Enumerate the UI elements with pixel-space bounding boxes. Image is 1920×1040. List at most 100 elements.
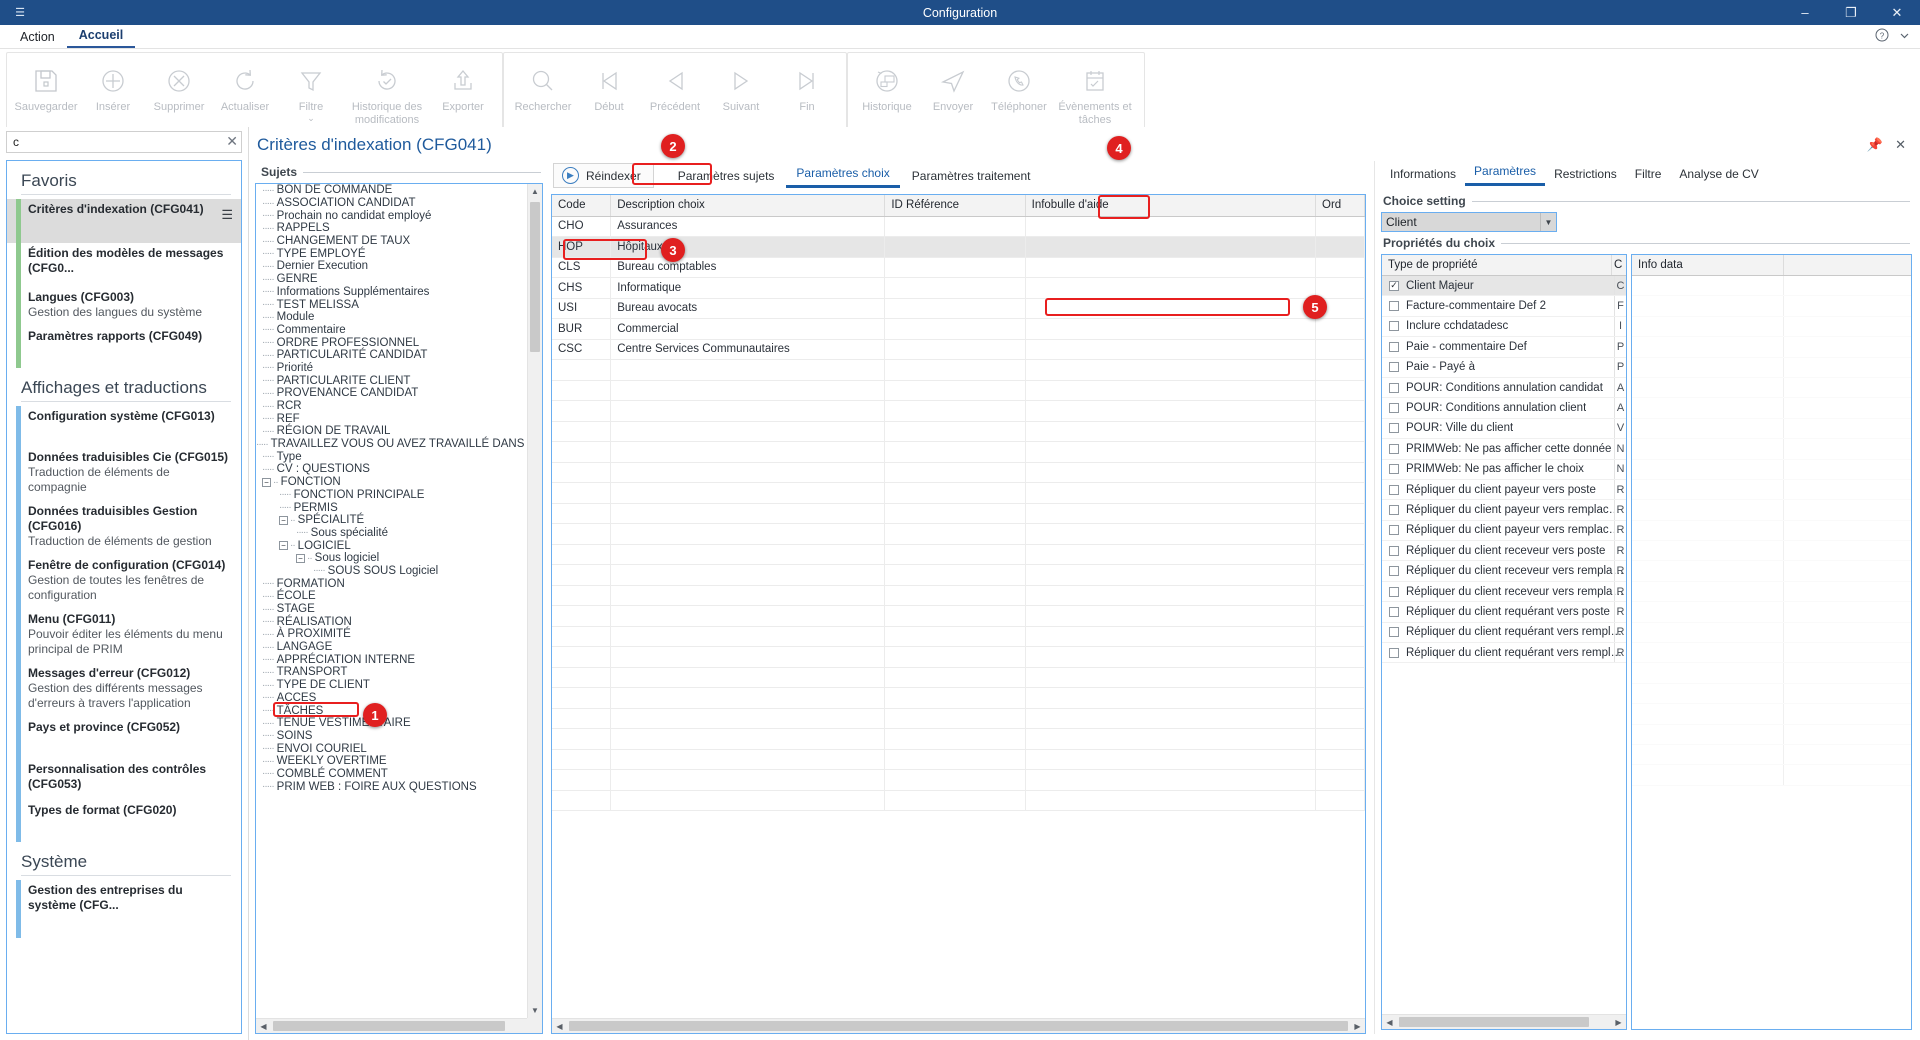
table-row[interactable]: BURCommercial (552, 319, 1365, 340)
property-checkbox[interactable] (1389, 342, 1399, 352)
scroll-right-icon[interactable]: ▶ (1611, 1015, 1626, 1030)
tree-item[interactable]: ·····Prochain no candidat employé (256, 209, 527, 222)
tree-item[interactable]: ·····PARTICULARITÉ CANDIDAT (256, 349, 527, 362)
column-header-id-reference[interactable]: ID Référence (885, 195, 1025, 216)
tree-item[interactable]: ·····Priorité (256, 362, 527, 375)
property-row[interactable]: Client MajeurC (1382, 276, 1626, 296)
refresh-button[interactable]: Actualiser (212, 55, 278, 114)
chevron-down-icon[interactable]: ⌄ (307, 114, 315, 122)
tree-item[interactable]: −··LOGICIEL (256, 539, 527, 552)
close-icon[interactable]: ✕ (1895, 137, 1906, 153)
sidebar-item-messages-erreur[interactable]: Messages d'erreur (CFG012) Gestion des d… (7, 663, 241, 717)
sidebar-item-fenetre-configuration[interactable]: Fenêtre de configuration (CFG014) Gestio… (7, 555, 241, 609)
tree-item[interactable]: ·····Dernier Execution (256, 260, 527, 273)
column-header-infobulle[interactable]: Infobulle d'aide (1025, 195, 1315, 216)
tree-item[interactable]: ·····TENUE VESTIMENTAIRE (256, 717, 527, 730)
tree-item[interactable]: ·····LANGAGE (256, 641, 527, 654)
tree-item[interactable]: ·····CV : QUESTIONS (256, 463, 527, 476)
scroll-thumb[interactable] (273, 1021, 505, 1031)
scroll-down-icon[interactable]: ▼ (528, 1003, 542, 1018)
tree-collapse-icon[interactable]: − (296, 554, 305, 563)
property-checkbox[interactable] (1389, 627, 1399, 637)
tree-item[interactable]: ·····Module (256, 311, 527, 324)
scroll-left-icon[interactable]: ◀ (1382, 1015, 1397, 1030)
property-checkbox[interactable] (1389, 607, 1399, 617)
sidebar-item-donnees-cie[interactable]: Données traduisibles Cie (CFG015) Traduc… (7, 447, 241, 501)
comm-history-button[interactable]: Historique (854, 55, 920, 114)
sidebar-item-parametres-rapports[interactable]: Paramètres rapports (CFG049) (7, 326, 241, 368)
property-row[interactable]: Répliquer du client receveur vers rempla… (1382, 582, 1626, 602)
pin-icon[interactable]: 📌 (1867, 137, 1883, 153)
property-row[interactable]: PRIMWeb: Ne pas afficher cette donnéeN (1382, 439, 1626, 459)
property-checkbox[interactable] (1389, 321, 1399, 331)
tree-item[interactable]: ·····RCR (256, 400, 527, 413)
tree-item[interactable]: ·····CHANGEMENT DE TAUX (256, 235, 527, 248)
property-checkbox[interactable] (1389, 525, 1399, 535)
property-row[interactable]: POUR: Conditions annulation candidatA (1382, 378, 1626, 398)
property-row[interactable]: Répliquer du client receveur vers rempla… (1382, 561, 1626, 581)
scroll-up-icon[interactable]: ▲ (528, 184, 542, 199)
tab-parametres-choix[interactable]: Paramètres choix (786, 163, 899, 188)
choices-grid[interactable]: Code Description choix ID Référence Info… (551, 194, 1366, 1034)
sidebar-item-langues[interactable]: Langues (CFG003) Gestion des langues du … (7, 287, 241, 326)
save-button[interactable]: Sauvegarder (13, 55, 79, 114)
column-header-info-data[interactable]: Info data (1632, 255, 1784, 275)
sidebar-item-edition-modeles[interactable]: Édition des modèles de messages (CFG0... (7, 243, 241, 287)
scroll-thumb[interactable] (1399, 1017, 1589, 1027)
delete-button[interactable]: Supprimer (146, 55, 212, 114)
tab-informations[interactable]: Informations (1381, 164, 1465, 186)
modification-history-button[interactable]: Historique des modifications (344, 55, 430, 126)
help-icon[interactable]: ? (1875, 28, 1889, 45)
table-row[interactable]: CSCCentre Services Communautaires (552, 339, 1365, 360)
tree-item[interactable]: ·····TYPE EMPLOYÉ (256, 247, 527, 260)
menu-item-action[interactable]: Action (8, 28, 67, 48)
property-checkbox[interactable] (1389, 464, 1399, 474)
close-button[interactable]: ✕ (1874, 0, 1920, 25)
property-row[interactable]: Répliquer du client requérant vers rempl… (1382, 643, 1626, 663)
tree-item[interactable]: ·····APPRÉCIATION INTERNE (256, 653, 527, 666)
reindex-button[interactable]: ▶ Réindexer (553, 163, 654, 188)
first-record-button[interactable]: Début (576, 55, 642, 114)
tree-item[interactable]: ·····REF (256, 412, 527, 425)
property-checkbox[interactable] (1389, 362, 1399, 372)
tree-item[interactable]: ·····Commentaire (256, 324, 527, 337)
events-tasks-button[interactable]: Évènements et tâches (1052, 55, 1138, 126)
tree-collapse-icon[interactable]: − (262, 478, 271, 487)
tree-item[interactable]: ·····SOUS SOUS Logiciel (256, 565, 527, 578)
sidebar-item-gestion-entreprises[interactable]: Gestion des entreprises du système (CFG.… (7, 880, 241, 924)
column-header-ordre[interactable]: Ord (1316, 195, 1365, 216)
property-row[interactable]: POUR: Ville du clientV (1382, 419, 1626, 439)
tree-item[interactable]: ·····SOINS (256, 730, 527, 743)
restore-button[interactable]: ❐ (1828, 0, 1874, 25)
property-row[interactable]: Paie - Payé àP (1382, 358, 1626, 378)
phone-button[interactable]: Téléphoner (986, 55, 1052, 114)
menu-handle-icon[interactable]: ☰ (221, 207, 233, 223)
minimize-button[interactable]: – (1782, 0, 1828, 25)
tree-item[interactable]: ·····WEEKLY OVERTIME (256, 755, 527, 768)
property-row[interactable]: Paie - commentaire DefP (1382, 337, 1626, 357)
tree-item[interactable]: ·····PERMIS (256, 501, 527, 514)
insert-button[interactable]: Insérer (80, 55, 146, 114)
chevron-down-icon[interactable] (1899, 30, 1910, 44)
sidebar-item-criteres-indexation[interactable]: Critères d'indexation (CFG041) ☰ (7, 199, 241, 243)
tree-item[interactable]: ·····COMBLÉ COMMENT (256, 768, 527, 781)
tree-item[interactable]: ·····Informations Supplémentaires (256, 286, 527, 299)
property-checkbox[interactable] (1389, 403, 1399, 413)
sidebar-item-types-format[interactable]: Types de format (CFG020) (7, 800, 241, 842)
send-button[interactable]: Envoyer (920, 55, 986, 114)
tree-item[interactable]: ·····TRAVAILLEZ VOUS OU AVEZ TRAVAILLÉ D… (256, 438, 527, 451)
property-row[interactable]: Répliquer du client payeur vers remplace… (1382, 500, 1626, 520)
previous-record-button[interactable]: Précédent (642, 55, 708, 114)
tree-item[interactable]: ·····ACCES (256, 692, 527, 705)
property-checkbox[interactable] (1389, 485, 1399, 495)
property-checkbox[interactable] (1389, 383, 1399, 393)
property-row[interactable]: Répliquer du client requérant vers rempl… (1382, 623, 1626, 643)
choices-grid-hscrollbar[interactable]: ◀ ▶ (552, 1018, 1365, 1033)
property-row[interactable]: Répliquer du client payeur vers remplace… (1382, 521, 1626, 541)
table-row[interactable]: USIBureau avocats (552, 298, 1365, 319)
tree-item[interactable]: −··Sous logiciel (256, 552, 527, 565)
sidebar-item-pays-province[interactable]: Pays et province (CFG052) (7, 717, 241, 759)
property-checkbox[interactable] (1389, 281, 1399, 291)
menu-item-accueil[interactable]: Accueil (67, 26, 135, 48)
sidebar-item-menu[interactable]: Menu (CFG011) Pouvoir éditer les élément… (7, 609, 241, 663)
